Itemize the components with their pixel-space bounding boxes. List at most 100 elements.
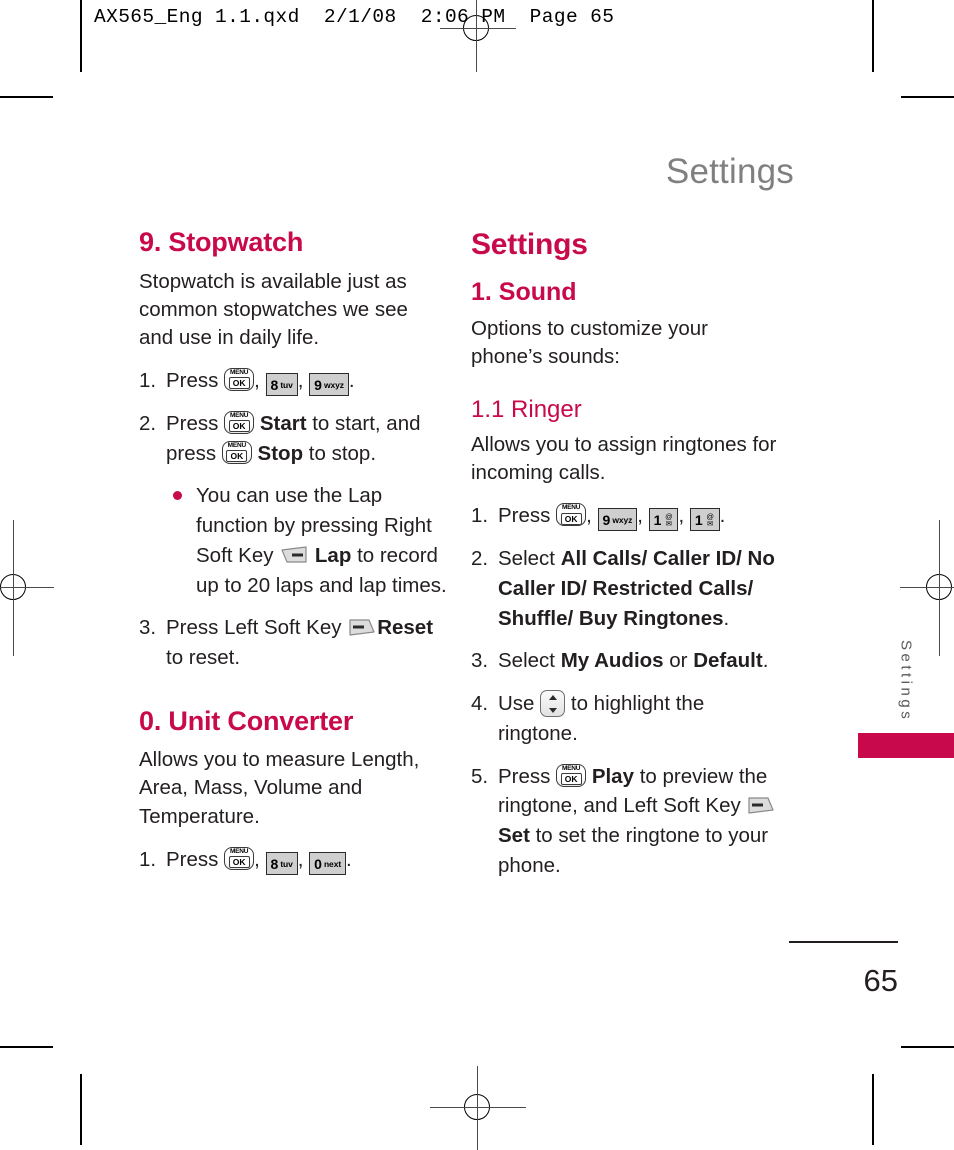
stopwatch-step-2: 2. Press MENU OK Start to start, and pre… <box>139 409 447 468</box>
step-comma: , <box>586 504 592 528</box>
menu-ok-key-icon: MENU OK <box>224 367 255 391</box>
step-emphasis-stop: Stop <box>257 441 304 465</box>
print-header-text: AX565_Eng 1.1.qxd 2/1/08 2:06 PM Page 65 <box>94 6 615 28</box>
registration-mark-left-clip <box>0 520 54 660</box>
keypad-digit: 0 <box>314 855 322 872</box>
stopwatch-bullet-lap: You can use the Lap function by pressing… <box>169 481 447 600</box>
folio-rule <box>789 941 898 943</box>
registration-hline <box>900 587 954 589</box>
step-number: 3. <box>139 616 157 640</box>
step-comma: , <box>297 368 304 392</box>
step-period: . <box>762 649 769 673</box>
keypad-key-8-icon: 8 tuv <box>265 372 298 396</box>
keypad-digit: 9 <box>602 512 611 529</box>
step-emphasis-set: Set <box>498 823 530 847</box>
keypad-digit: 1 <box>694 512 703 529</box>
crop-mark-top-right-horizontal <box>901 96 954 98</box>
step-number: 1. <box>139 368 157 392</box>
menu-ok-key-icon: MENU OK <box>556 503 587 527</box>
registration-mark-right <box>900 520 954 656</box>
stopwatch-bullet-group: You can use the Lap function by pressing… <box>139 481 447 600</box>
envelope-icon: ✉ <box>706 519 714 529</box>
registration-mark-top-clip <box>440 0 516 72</box>
registration-hline <box>0 587 54 589</box>
crop-mark-top-right-vertical <box>872 0 874 72</box>
right-column: Settings 1. Sound Options to customize y… <box>471 228 779 893</box>
up-down-navigation-key-icon <box>540 690 566 718</box>
menu-ok-key-top-label: MENU <box>561 764 581 772</box>
ringer-step-4: 4. Use to highlight the ringtone. <box>471 689 779 748</box>
ringer-step-2: 2. Select All Calls/ Caller ID/ No Calle… <box>471 544 779 633</box>
menu-ok-key-bottom-label: OK <box>228 377 250 390</box>
bullet-dot-icon <box>173 491 182 501</box>
step-text: Press <box>166 411 219 435</box>
step-text: Press <box>498 504 551 528</box>
stopwatch-step-3: 3. Press Left Soft Key Reset to reset. <box>139 613 447 672</box>
step-number: 2. <box>139 411 157 435</box>
step-number: 1. <box>471 504 489 528</box>
step-text: to set the ringtone to your phone. <box>498 823 769 877</box>
menu-ok-key-icon: MENU OK <box>224 410 255 434</box>
step-text: Select <box>498 649 555 673</box>
menu-ok-key-bottom-label: OK <box>228 856 250 869</box>
crop-mark-bottom-right-vertical <box>872 1074 874 1145</box>
menu-ok-key-bottom-label: OK <box>560 512 582 525</box>
heading-settings: Settings <box>471 228 588 261</box>
step-period: . <box>346 847 352 871</box>
running-header-title: Settings <box>665 152 794 191</box>
step-text: Select <box>498 547 555 571</box>
ringer-intro: Allows you to assign ringtones for incom… <box>471 433 777 485</box>
ringer-step-1: 1. Press MENU OK , 9 wxyz , 1 @ ✉ , 1 @ ✉ . <box>471 501 779 532</box>
step-number: 2. <box>471 547 489 571</box>
step-comma: , <box>254 847 260 871</box>
unit-converter-step-1: 1. Press MENU OK , 8 tuv , 0 next . <box>139 845 447 875</box>
crop-mark-bottom-left-vertical <box>80 1074 82 1145</box>
menu-ok-key-icon: MENU OK <box>221 440 252 464</box>
keypad-key-1-icon: 1 @ ✉ <box>689 508 720 532</box>
right-soft-key-icon <box>279 545 309 565</box>
step-text: to reset. <box>166 645 241 669</box>
keypad-digit: 8 <box>270 377 279 393</box>
step-text: or <box>669 649 688 673</box>
registration-mark-left <box>0 520 54 656</box>
menu-ok-key-icon: MENU OK <box>556 763 587 787</box>
keypad-key-0-icon: 0 next <box>309 851 347 875</box>
crop-mark-top-left-vertical <box>80 0 82 72</box>
step-emphasis-play: Play <box>591 764 634 788</box>
ringer-step-5: 5. Press MENU OK Play to preview the rin… <box>471 762 779 881</box>
keypad-key-1-glyphs: @ ✉ <box>664 511 673 530</box>
menu-ok-key-top-label: MENU <box>229 368 249 376</box>
step-number: 3. <box>471 649 489 673</box>
left-soft-key-icon <box>746 795 776 815</box>
keypad-key-9-icon: 9 wxyz <box>309 372 349 396</box>
registration-mark-right-clip <box>900 520 954 660</box>
menu-ok-key-bottom-label: OK <box>226 450 248 463</box>
keypad-digit: 9 <box>314 377 322 393</box>
left-soft-key-icon <box>347 617 377 637</box>
step-emphasis-reset: Reset <box>377 616 434 640</box>
stopwatch-step-1: 1. Press MENU OK , 8 tuv , 9 wxyz . <box>139 366 447 396</box>
step-period: . <box>348 368 355 392</box>
page-number: 65 <box>863 963 898 998</box>
keypad-digit: 8 <box>270 855 279 872</box>
menu-ok-key-icon: MENU OK <box>224 846 255 870</box>
left-column: 9. Stopwatch Stopwatch is available just… <box>139 227 447 888</box>
stopwatch-intro: Stopwatch is available just as common st… <box>139 269 408 349</box>
arrow-up-icon <box>548 694 557 700</box>
keypad-digit: 1 <box>653 512 662 529</box>
step-number: 1. <box>139 847 157 871</box>
menu-ok-key-bottom-label: OK <box>228 420 250 433</box>
heading-ringer: 1.1 Ringer <box>471 395 582 423</box>
arrow-down-icon <box>548 707 557 713</box>
keypad-letters: wxyz <box>323 380 344 390</box>
keypad-letters: wxyz <box>612 515 633 526</box>
heading-stopwatch: 9. Stopwatch <box>139 227 304 257</box>
step-period: . <box>723 606 730 630</box>
registration-vline <box>476 0 478 72</box>
registration-mark-bottom <box>430 1066 526 1150</box>
step-comma: , <box>637 504 643 528</box>
menu-ok-key-top-label: MENU <box>227 441 247 449</box>
registration-hline <box>430 1107 526 1109</box>
step-emphasis-default: Default <box>693 649 763 673</box>
menu-ok-key-top-label: MENU <box>229 411 249 419</box>
